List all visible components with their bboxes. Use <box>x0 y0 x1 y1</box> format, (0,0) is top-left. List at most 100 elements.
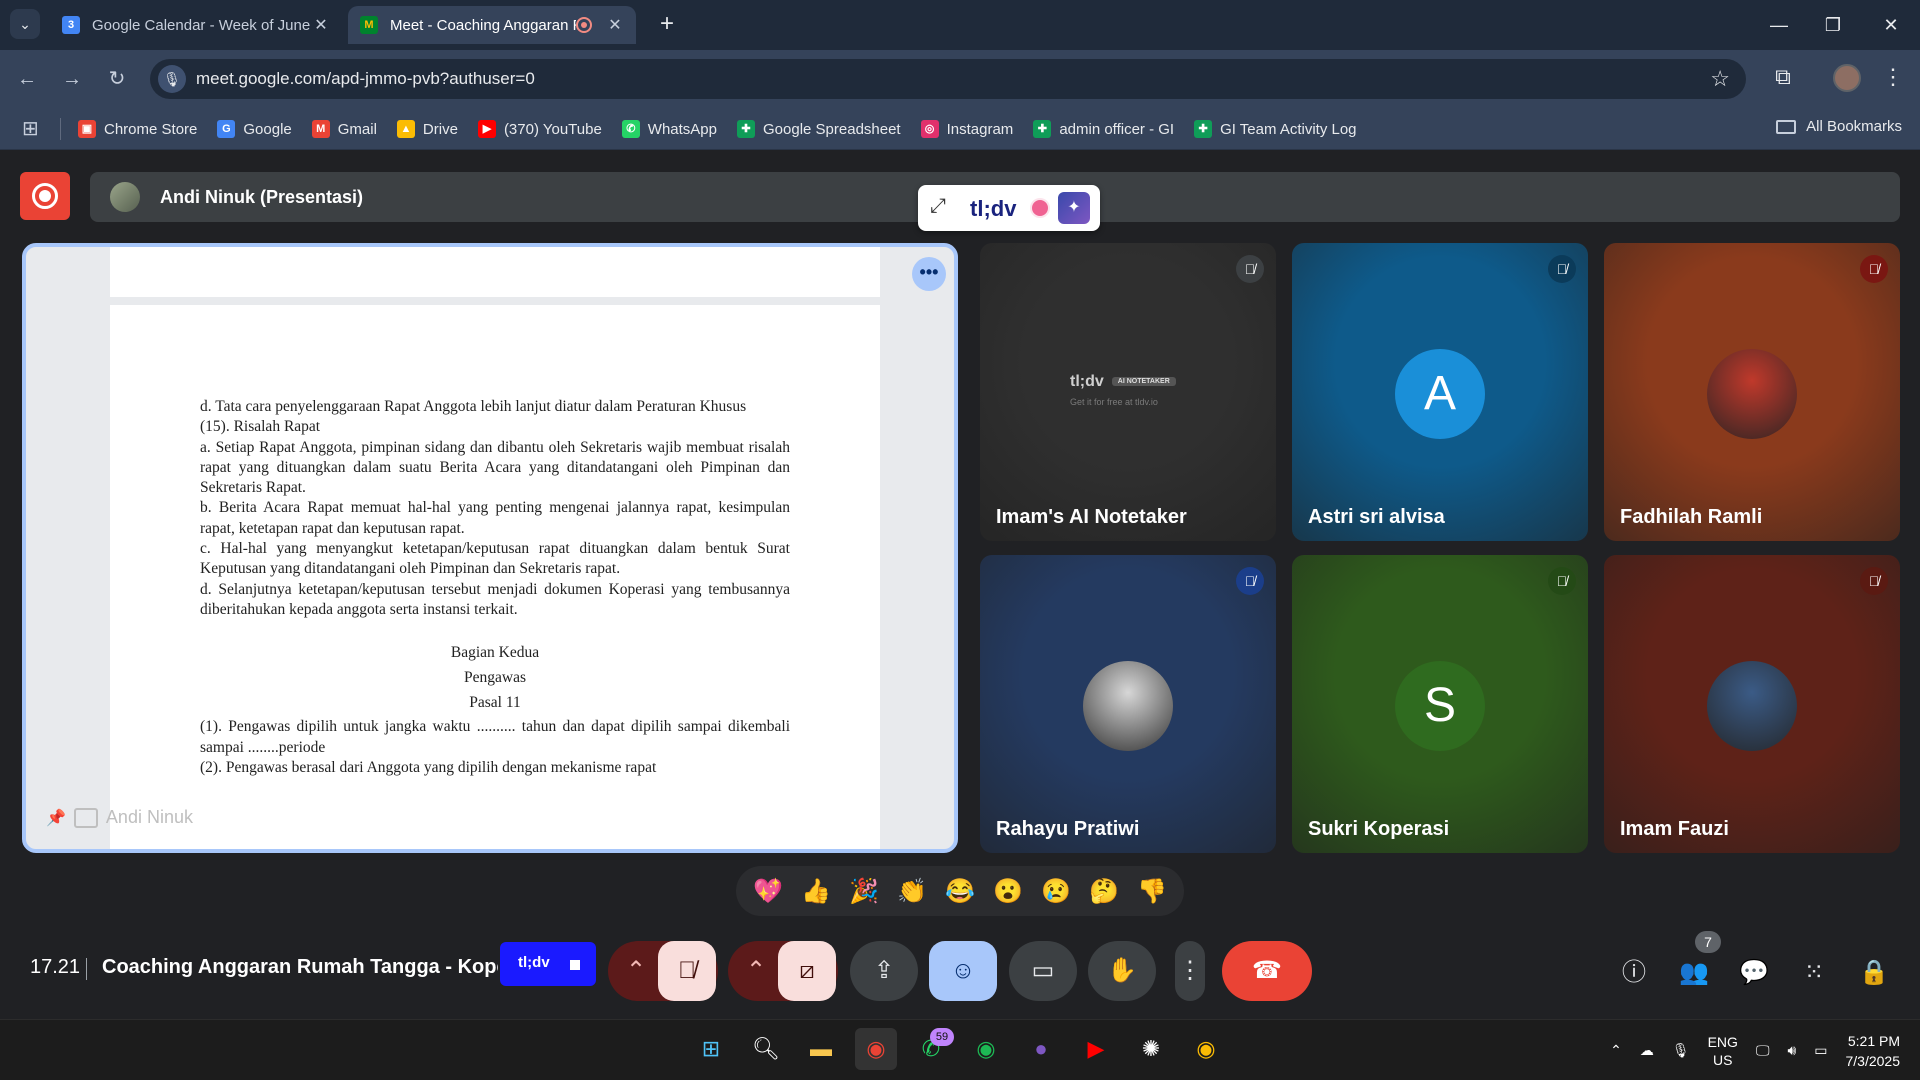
microphone-icon[interactable]: 🎙 <box>158 65 186 93</box>
host-controls-icon[interactable]: 🔒 <box>1857 956 1891 990</box>
bookmark-label: Gmail <box>337 120 377 138</box>
participant-tile[interactable]: 🎙̸ Rahayu Pratiwi <box>980 555 1276 853</box>
reaction-emoji[interactable]: 👎 <box>1137 877 1167 906</box>
reaction-emoji[interactable]: 🎉 <box>849 877 879 906</box>
apps-grid-icon[interactable]: ⊞ <box>22 118 44 140</box>
doc-heading: Pengawas <box>464 669 526 687</box>
language-indicator[interactable]: ENG US <box>1708 1033 1738 1069</box>
windows-start-icon[interactable]: ⊞ <box>690 1028 732 1070</box>
chrome-profile-icon[interactable]: ◉ <box>1185 1028 1227 1070</box>
expand-icon[interactable]: ⤢ <box>930 195 946 218</box>
recording-indicator[interactable] <box>20 172 70 220</box>
bookmark-item[interactable]: M Gmail <box>311 120 377 138</box>
tldv-pill-label: tl;dv <box>518 954 550 971</box>
bookmark-item[interactable]: G Google <box>217 120 292 138</box>
share-owner-name: Andi Ninuk <box>105 807 193 827</box>
recording-icon <box>576 17 592 33</box>
reaction-emoji[interactable]: 🤔 <box>1089 877 1119 906</box>
screen-share-tile[interactable]: d. Tata cara penyelenggaraan Rapat Anggo… <box>22 243 958 853</box>
close-icon[interactable]: ✕ <box>606 15 624 35</box>
captions-button[interactable]: ▭ <box>1009 941 1077 1001</box>
bookmark-label: Google Spreadsheet <box>763 120 901 138</box>
microphone-icon[interactable]: 🎙 <box>1672 1042 1690 1059</box>
clock[interactable]: 5:21 PM 7/3/2025 <box>1846 1031 1901 1071</box>
back-icon[interactable]: ← <box>12 64 42 94</box>
bookmark-item[interactable]: ✚ Google Spreadsheet <box>737 120 901 138</box>
raise-hand-button[interactable]: ✋ <box>1088 941 1156 1001</box>
reaction-emoji[interactable]: 😂 <box>945 877 975 906</box>
network-icon[interactable]: 🖵 <box>1756 1042 1770 1059</box>
tab-google-calendar[interactable]: 3 Google Calendar - Week of June 29, 202… <box>50 8 342 42</box>
search-icon[interactable]: 🔍︎ <box>745 1028 787 1070</box>
forward-icon[interactable]: → <box>57 64 87 94</box>
tab-search-button[interactable]: ⌄ <box>10 9 40 39</box>
bookmark-item[interactable]: ✚ admin officer - GI <box>1033 120 1174 138</box>
activities-icon[interactable]: ⁙ <box>1797 956 1831 990</box>
doc-paragraph: d. Selanjutnya ketetapan/keputusan terse… <box>200 580 790 618</box>
canva-icon[interactable]: ● <box>1020 1028 1062 1070</box>
participant-tile[interactable]: 🎙̸ S Sukri Koperasi <box>1292 555 1588 853</box>
all-bookmarks-button[interactable]: All Bookmarks <box>1776 118 1902 135</box>
pin-icon[interactable]: 📌 <box>46 808 66 828</box>
reaction-emoji[interactable]: 👍 <box>801 877 831 906</box>
url-text[interactable]: meet.google.com/apd-jmmo-pvb?authuser=0 <box>196 69 535 89</box>
whatsapp-icon[interactable]: ✆ 59 <box>910 1028 954 1070</box>
participant-tile[interactable]: 🎙̸ Imam Fauzi <box>1604 555 1900 853</box>
chat-icon[interactable]: 💬 <box>1737 956 1771 990</box>
spotify-icon[interactable]: ◉ <box>965 1028 1007 1070</box>
tile-options-button[interactable]: ••• <box>912 257 946 291</box>
reaction-emoji[interactable]: 👏 <box>897 877 927 906</box>
bookmark-star-icon[interactable]: ☆ <box>1710 66 1730 92</box>
mic-off-button[interactable]: 🎙̸ <box>658 941 716 1001</box>
doc-paragraph: (15). Risalah Rapat <box>200 418 321 436</box>
reaction-emoji[interactable]: 💖 <box>753 877 783 906</box>
reaction-emoji[interactable]: 😮 <box>993 877 1023 906</box>
tldv-subtitle: Get it for free at tldv.io <box>1070 397 1158 407</box>
tab-google-meet[interactable]: M Meet - Coaching Anggaran Rumah Tangga … <box>348 6 636 44</box>
new-tab-button[interactable]: + <box>652 10 682 38</box>
close-icon[interactable]: ✕ <box>312 15 330 35</box>
camera-options-chevron-icon[interactable]: ⌃ <box>736 941 776 1001</box>
mic-options-chevron-icon[interactable]: ⌃ <box>616 941 656 1001</box>
browser-menu-icon[interactable]: ⋮ <box>1882 64 1904 90</box>
reaction-emoji[interactable]: 😢 <box>1041 877 1071 906</box>
bookmark-item[interactable]: ▣ Chrome Store <box>78 120 197 138</box>
browser-toolbar: ← → ↻ 🎙 meet.google.com/apd-jmmo-pvb?aut… <box>0 50 1920 108</box>
youtube-icon: ▶ <box>477 120 496 138</box>
people-icon[interactable]: 👥 <box>1677 956 1711 990</box>
profile-avatar[interactable] <box>1833 64 1861 92</box>
participant-tile[interactable]: 🎙̸ A Astri sri alvisa <box>1292 243 1588 541</box>
participant-tile[interactable]: 🎙̸ tl;dv AI NOTETAKER Get it for free at tl… <box>980 243 1276 541</box>
minimize-button[interactable]: — <box>1756 10 1802 40</box>
onedrive-icon[interactable]: ☁ <box>1640 1042 1654 1059</box>
tldv-recording-pill[interactable]: tl;dv <box>500 942 596 986</box>
chatgpt-icon[interactable]: ✺ <box>1130 1028 1172 1070</box>
chevron-up-icon[interactable]: ⌃ <box>1610 1042 1622 1059</box>
address-bar[interactable]: 🎙 meet.google.com/apd-jmmo-pvb?authuser=… <box>150 59 1746 99</box>
end-call-button[interactable]: ☎ <box>1222 941 1312 1001</box>
bookmark-item[interactable]: ✚ GI Team Activity Log <box>1194 120 1357 138</box>
bookmark-item[interactable]: ▲ Drive <box>396 120 458 138</box>
file-explorer-icon[interactable]: ▬ <box>800 1028 842 1070</box>
restore-button[interactable]: ❐ <box>1810 10 1856 40</box>
emoji-reactions-button[interactable]: ☺ <box>929 941 997 1001</box>
chrome-icon[interactable]: ◉ <box>855 1028 897 1070</box>
reload-icon[interactable]: ↻ <box>102 64 132 94</box>
meeting-info-icon[interactable]: ⓘ <box>1617 956 1651 990</box>
extensions-icon[interactable]: ⧉ <box>1768 64 1798 94</box>
avatar: A <box>1395 349 1485 439</box>
meet-main: Andi Ninuk (Presentasi) ⤢ tl;dv ✦ d. Tat… <box>0 151 1920 1019</box>
close-window-button[interactable]: ✕ <box>1868 10 1914 40</box>
bookmark-item[interactable]: ◎ Instagram <box>920 120 1013 138</box>
bookmark-item[interactable]: ✆ WhatsApp <box>621 120 717 138</box>
more-options-button[interactable]: ⋮ <box>1175 941 1205 1001</box>
camera-off-button[interactable]: ⧄ <box>778 941 836 1001</box>
bookmark-item[interactable]: ▶ (370) YouTube <box>477 120 602 138</box>
volume-icon[interactable]: 🔊︎ <box>1787 1042 1796 1059</box>
tldv-ai-icon[interactable]: ✦ <box>1058 192 1090 224</box>
battery-icon[interactable]: ▭ <box>1814 1042 1827 1059</box>
youtube-icon[interactable]: ▶ <box>1075 1028 1117 1070</box>
tldv-record-icon[interactable] <box>1030 198 1050 218</box>
participant-tile[interactable]: 🎙̸ Fadhilah Ramli <box>1604 243 1900 541</box>
present-screen-button[interactable]: ⇪ <box>850 941 918 1001</box>
